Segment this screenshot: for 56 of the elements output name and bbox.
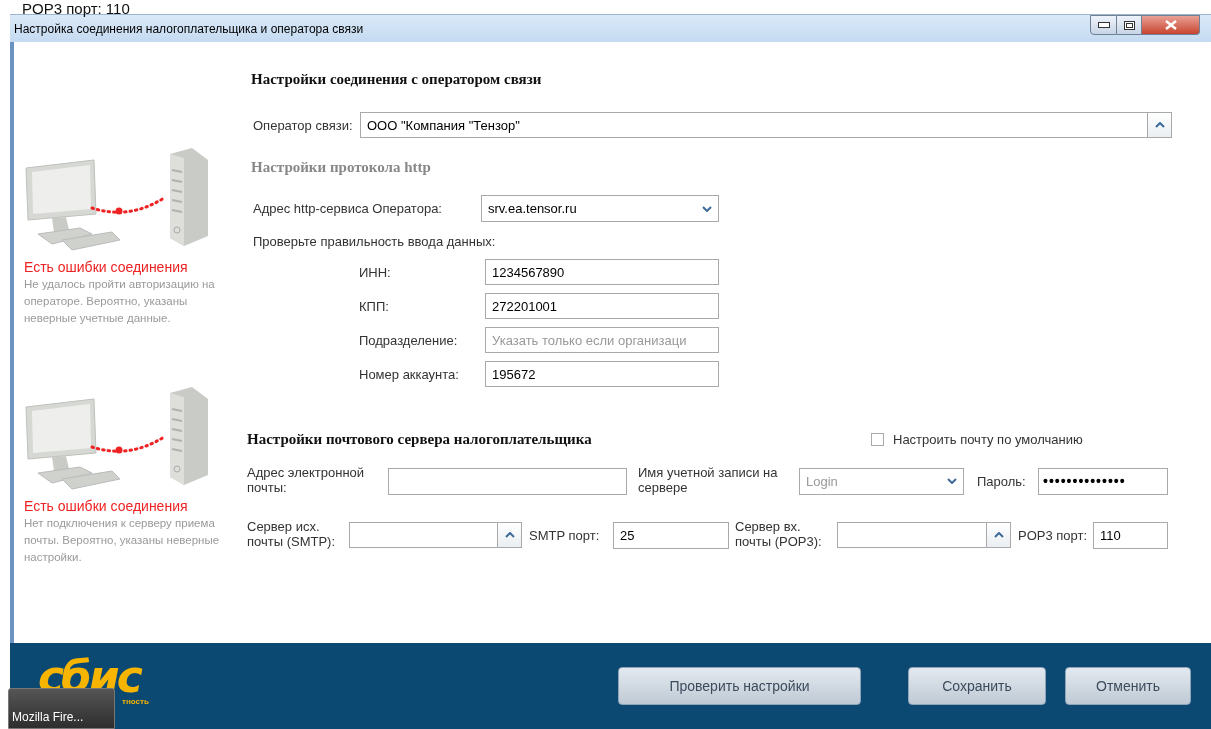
input-field[interactable]: 1234567890	[485, 259, 719, 285]
input-field[interactable]: 25	[613, 521, 729, 549]
section-subheading: Настройки протокола http	[251, 158, 432, 176]
chevron-up-icon	[504, 532, 515, 538]
address-dropdown[interactable]: srv.ea.tensor.ru	[481, 195, 719, 222]
input-field[interactable]: ООО "Компания "Тензор"	[360, 112, 1148, 138]
input-field[interactable]: Указать только если организаци	[485, 327, 719, 353]
field-label: Адрес электронной почты:	[247, 465, 366, 495]
password-field[interactable]: ••••••••••••••	[1038, 467, 1168, 495]
field-label: ИНН:	[359, 264, 392, 280]
field-label: Подразделение:	[359, 332, 459, 348]
error-description: Нет подключения к серверу приема почты. Вероятно, указаны неверные настройки.	[24, 516, 221, 565]
input-field[interactable]: 272201001	[485, 293, 719, 319]
chevron-up-icon	[993, 532, 1004, 538]
section-heading: Настройки соединения с оператором связи	[251, 70, 543, 88]
scroll-up-button[interactable]	[987, 522, 1011, 548]
footer-button[interactable]: Отменить	[1065, 667, 1191, 705]
chevron-down-icon	[702, 205, 712, 212]
checkbox[interactable]	[871, 432, 884, 446]
logo-tagline: тность	[122, 697, 149, 706]
field-label: Сервер вх. почты (POP3):	[735, 519, 823, 549]
error-title: Есть ошибки соединения	[24, 497, 189, 515]
field-label: POP3 порт:	[1018, 527, 1089, 543]
error-description: Не удалось пройти авторизацию на операторе. Вероятно, указаны неверные учетные данные.	[24, 277, 216, 326]
section-heading: Настройки почтового сервера налогоплательщика	[247, 430, 593, 448]
field-label: КПП:	[359, 298, 390, 314]
field-label: Имя учетной записи на сервере	[638, 465, 779, 495]
minimize-button[interactable]	[1090, 15, 1117, 35]
scroll-up-button[interactable]	[498, 522, 522, 548]
scroll-up-button[interactable]	[1148, 112, 1172, 138]
input-field[interactable]	[388, 467, 627, 495]
input-field[interactable]: 195672	[485, 361, 719, 387]
chevron-up-icon	[1154, 122, 1165, 128]
footer-button[interactable]: Проверить настройки	[618, 667, 861, 705]
maximize-icon	[1123, 20, 1135, 30]
maximize-button[interactable]	[1117, 15, 1142, 35]
field-label: Пароль:	[977, 473, 1027, 489]
field-label: Сервер исх. почты (SMTP):	[247, 519, 337, 549]
taskbar-button[interactable]: Mozilla Fire...	[8, 688, 115, 729]
window-title: Настройка соединения налогоплательщика и оператора связи	[13, 21, 364, 36]
field-label: Номер аккаунта:	[359, 366, 460, 382]
field-label: SMTP порт:	[529, 527, 601, 543]
checkbox-label: Настроить почту по умолчанию	[893, 431, 1083, 447]
chevron-down-icon	[947, 478, 957, 484]
close-button[interactable]	[1142, 15, 1200, 35]
hint-text: Проверьте правильность ввода данных:	[253, 234, 497, 250]
page-fragment-text: POP3 порт: 110	[22, 2, 130, 16]
field-label: Оператор связи:	[253, 117, 354, 133]
close-icon	[1164, 20, 1177, 30]
input-field[interactable]	[349, 522, 498, 548]
input-field[interactable]: 110	[1093, 521, 1168, 549]
input-field[interactable]	[837, 522, 987, 548]
minimize-icon	[1097, 22, 1110, 28]
field-label: Адрес http-сервиса Оператора:	[253, 201, 443, 216]
footer-button[interactable]: Сохранить	[908, 667, 1046, 705]
error-title: Есть ошибки соединения	[24, 258, 189, 276]
